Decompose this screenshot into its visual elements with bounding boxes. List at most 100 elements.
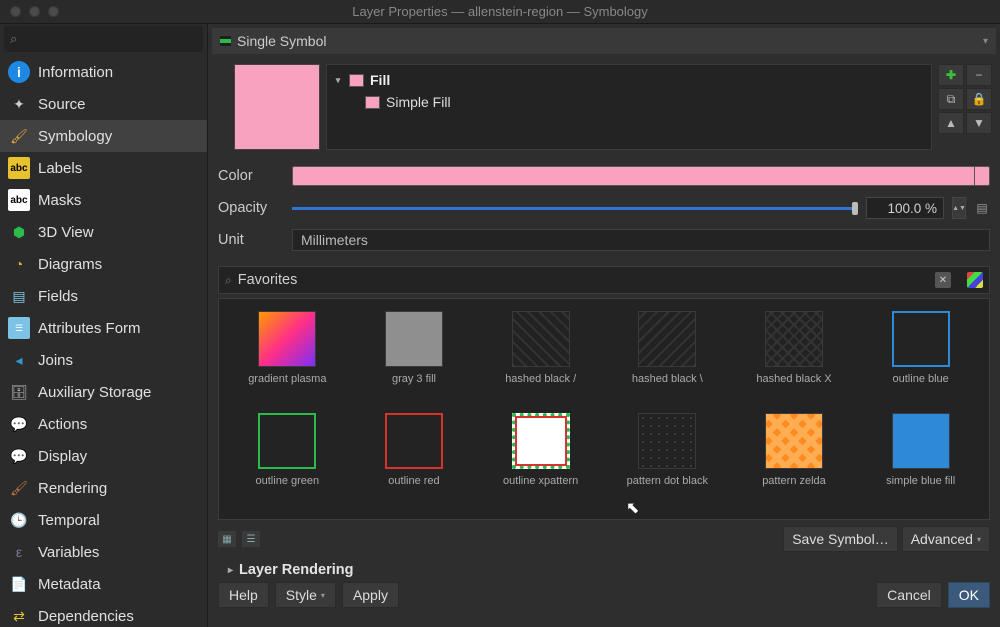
- symbol-layer-tree[interactable]: ▾ Fill Simple Fill: [326, 64, 932, 150]
- sidebar-item-label: Masks: [38, 192, 81, 209]
- move-down-button[interactable]: ▼: [966, 112, 992, 134]
- window-title: Layer Properties — allenstein-region — S…: [0, 4, 1000, 19]
- tree-row-fill[interactable]: ▾ Fill: [333, 69, 925, 91]
- sidebar-item-fields[interactable]: ▤ Fields: [0, 280, 207, 312]
- sidebar-item-auxiliary-storage[interactable]: 🗄 Auxiliary Storage: [0, 376, 207, 408]
- diagrams-icon: ◔: [8, 253, 30, 275]
- gallery-item-outline-xpattern[interactable]: outline xpattern: [480, 413, 601, 487]
- swatch-preview: [638, 311, 696, 367]
- opacity-spinner[interactable]: ▲▼: [952, 197, 966, 219]
- gallery-item-hashed-black-x[interactable]: hashed black X: [734, 311, 855, 385]
- help-button[interactable]: Help: [218, 582, 269, 608]
- symbol-type-select[interactable]: Single Symbol ▾: [212, 28, 996, 54]
- sidebar-search-input[interactable]: ⌕: [4, 26, 203, 52]
- cancel-button[interactable]: Cancel: [876, 582, 942, 608]
- sidebar-item-attributes-form[interactable]: ☰ Attributes Form: [0, 312, 207, 344]
- swatch-preview: [765, 413, 823, 469]
- swatch-label: pattern dot black: [627, 475, 708, 487]
- ok-button[interactable]: OK: [948, 582, 990, 608]
- unit-value: Millimeters: [301, 232, 368, 248]
- sidebar-item-actions[interactable]: 💬 Actions: [0, 408, 207, 440]
- dialog-button-bar: Help Style ▾ Apply Cancel OK: [208, 578, 1000, 614]
- opacity-data-defined-button[interactable]: ▤: [974, 201, 990, 215]
- section-title: Layer Rendering: [239, 562, 353, 578]
- variables-icon: ε: [8, 541, 30, 563]
- style-button[interactable]: Style ▾: [275, 582, 336, 608]
- symbol-layer-toolbar: ✚ − ⧉ 🔒 ▲ ▼: [938, 64, 994, 150]
- gallery-item-pattern-dot-black[interactable]: pattern dot black: [607, 413, 728, 487]
- layer-rendering-header[interactable]: Layer Rendering: [228, 562, 990, 578]
- duplicate-symbol-layer-button[interactable]: ⧉: [938, 88, 964, 110]
- tree-row-label: Fill: [370, 72, 390, 88]
- sidebar-item-3dview[interactable]: ⬢ 3D View: [0, 216, 207, 248]
- gallery-item-hashed-black-backslash[interactable]: hashed black \: [607, 311, 728, 385]
- add-symbol-layer-button[interactable]: ✚: [938, 64, 964, 86]
- sidebar-item-symbology[interactable]: 🖌 Symbology: [0, 120, 207, 152]
- grid-view-button[interactable]: ▦: [218, 531, 236, 547]
- tree-row-simple-fill[interactable]: Simple Fill: [333, 91, 925, 113]
- sidebar-item-source[interactable]: ✦ Source: [0, 88, 207, 120]
- favorites-search-bar[interactable]: ⌕ Favorites ✕: [218, 266, 990, 294]
- fields-icon: ▤: [8, 285, 30, 307]
- slider-thumb-icon[interactable]: [852, 202, 858, 215]
- swatch-preview: [258, 413, 316, 469]
- button-label: Save Symbol…: [792, 531, 888, 547]
- sidebar-item-display[interactable]: 💬 Display: [0, 440, 207, 472]
- gallery-item-simple-blue-fill[interactable]: simple blue fill: [860, 413, 981, 487]
- sidebar-item-dependencies[interactable]: ⇄ Dependencies: [0, 600, 207, 627]
- gallery-item-outline-blue[interactable]: outline blue: [860, 311, 981, 385]
- swatch-preview: [512, 311, 570, 367]
- apply-button[interactable]: Apply: [342, 582, 399, 608]
- gallery-item-outline-green[interactable]: outline green: [227, 413, 348, 487]
- sidebar-item-label: Information: [38, 64, 113, 81]
- gallery-item-pattern-zelda[interactable]: pattern zelda: [734, 413, 855, 487]
- sidebar-item-masks[interactable]: abc Masks: [0, 184, 207, 216]
- lock-symbol-layer-button[interactable]: 🔒: [966, 88, 992, 110]
- opacity-value-input[interactable]: 100.0 %: [866, 197, 944, 219]
- swatch-label: hashed black /: [505, 373, 576, 385]
- style-gallery[interactable]: gradient plasma gray 3 fill hashed black…: [218, 298, 990, 520]
- search-icon: ⌕: [10, 31, 17, 47]
- sidebar-item-label: Auxiliary Storage: [38, 384, 151, 401]
- swatch-label: outline blue: [893, 373, 949, 385]
- sidebar-item-information[interactable]: i Information: [0, 56, 207, 88]
- sidebar-item-labels[interactable]: abc Labels: [0, 152, 207, 184]
- sidebar-item-joins[interactable]: ◂ Joins: [0, 344, 207, 376]
- sidebar-item-metadata[interactable]: 📄 Metadata: [0, 568, 207, 600]
- opacity-label: Opacity: [218, 200, 284, 216]
- advanced-button[interactable]: Advanced ▾: [902, 526, 990, 552]
- swatch-preview: [385, 413, 443, 469]
- sidebar-item-temporal[interactable]: 🕒 Temporal: [0, 504, 207, 536]
- unit-select[interactable]: Millimeters: [292, 229, 990, 251]
- symbology-icon: 🖌: [8, 125, 30, 147]
- source-icon: ✦: [8, 93, 30, 115]
- rendering-icon: 🖌: [8, 477, 30, 499]
- color-picker[interactable]: [292, 166, 990, 186]
- button-label: OK: [959, 587, 979, 603]
- sidebar-item-label: Dependencies: [38, 608, 134, 625]
- style-manager-icon[interactable]: [967, 272, 983, 288]
- actions-icon: 💬: [8, 413, 30, 435]
- swatch-label: hashed black \: [632, 373, 703, 385]
- save-symbol-button[interactable]: Save Symbol…: [783, 526, 897, 552]
- fill-swatch-icon: [349, 74, 364, 87]
- gallery-item-outline-red[interactable]: outline red: [354, 413, 475, 487]
- list-view-button[interactable]: ☰: [242, 531, 260, 547]
- opacity-slider[interactable]: [292, 198, 858, 218]
- gallery-item-gradient-plasma[interactable]: gradient plasma: [227, 311, 348, 385]
- sidebar-item-rendering[interactable]: 🖌 Rendering: [0, 472, 207, 504]
- swatch-label: simple blue fill: [886, 475, 955, 487]
- sidebar-item-diagrams[interactable]: ◔ Diagrams: [0, 248, 207, 280]
- gallery-item-gray-3-fill[interactable]: gray 3 fill: [354, 311, 475, 385]
- sidebar-item-label: 3D View: [38, 224, 94, 241]
- sidebar-item-variables[interactable]: ε Variables: [0, 536, 207, 568]
- button-label: Apply: [353, 587, 388, 603]
- symbol-properties: Color Opacity 100.0 % ▲▼ ▤ Unit Millimet…: [208, 158, 1000, 262]
- remove-symbol-layer-button[interactable]: −: [966, 64, 992, 86]
- move-up-button[interactable]: ▲: [938, 112, 964, 134]
- clear-search-button[interactable]: ✕: [935, 272, 951, 288]
- gallery-item-hashed-black-slash[interactable]: hashed black /: [480, 311, 601, 385]
- expand-icon[interactable]: ▾: [333, 75, 343, 86]
- swatch-label: gray 3 fill: [392, 373, 436, 385]
- swatch-label: gradient plasma: [248, 373, 326, 385]
